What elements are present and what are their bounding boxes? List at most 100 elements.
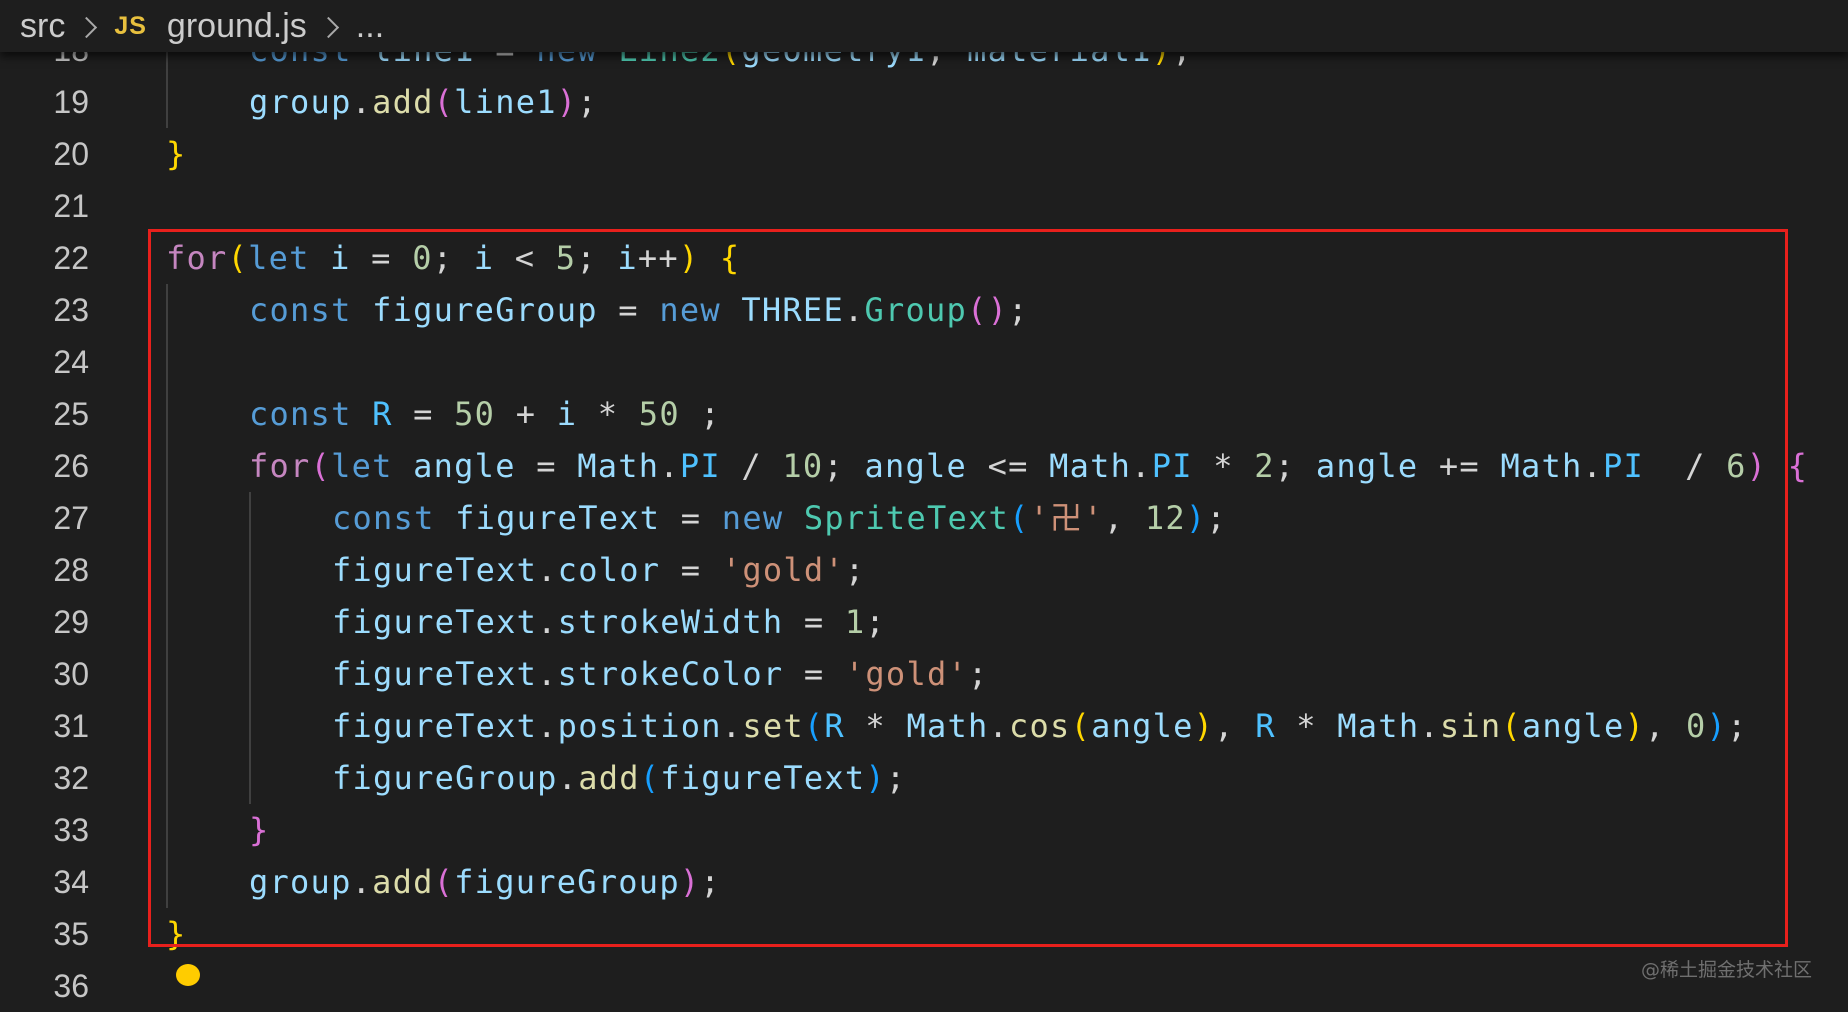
line-number: 36 [53, 968, 89, 1004]
breadcrumb-symbols[interactable]: ... [356, 7, 384, 46]
code-token: ; [700, 863, 721, 901]
line-number: 20 [53, 136, 89, 172]
code-token: THREE [741, 291, 844, 329]
code-token: ) [678, 239, 700, 277]
code-token: * [844, 707, 907, 745]
code-text[interactable]: const figureText = new SpriteText('卍', 1… [332, 492, 1227, 544]
code-token: figureText [332, 551, 538, 589]
code-line: 27 const figureText = new SpriteText('卍',… [0, 492, 1848, 544]
code-text[interactable]: group.add(line1); [249, 76, 598, 128]
code-token: . [351, 863, 373, 901]
code-text[interactable]: for(let i = 0; i < 5; i++) { [166, 232, 740, 284]
code-token: . [843, 291, 865, 329]
code-token: i [473, 239, 495, 277]
code-text[interactable]: group.add(figureGroup); [249, 856, 721, 908]
code-token: R [824, 707, 845, 745]
code-token: ) [1624, 707, 1645, 745]
code-token: . [537, 707, 558, 745]
code-token: 2 [1254, 447, 1275, 485]
code-line: 29 figureText.strokeWidth = 1; [0, 596, 1848, 648]
code-token: let [248, 239, 331, 277]
code-token: figureText [660, 759, 866, 797]
code-token: Math [577, 447, 660, 485]
code-text[interactable]: } [166, 908, 187, 960]
code-token: <= [967, 447, 1050, 485]
code-token: ; [576, 239, 618, 277]
code-token: , [1645, 707, 1687, 745]
code-token: for [249, 447, 311, 485]
code-token: 6 [1726, 447, 1747, 485]
code-token: ++ [637, 239, 679, 277]
code-token: ) [556, 83, 578, 121]
code-line: 26 for(let angle = Math.PI / 10; angle <=… [0, 440, 1848, 492]
code-text[interactable]: const figureGroup = new THREE.Group(); [249, 284, 1029, 336]
line-number: 28 [53, 552, 89, 588]
code-text[interactable]: } [166, 128, 187, 180]
code-token: . [721, 707, 743, 745]
line-number: 26 [53, 448, 89, 484]
code-token: angle [1091, 707, 1194, 745]
code-token: = [597, 291, 660, 329]
code-line: 31 figureText.position.set(R * Math.cos(a… [0, 700, 1848, 752]
lightbulb-icon[interactable] [176, 964, 200, 986]
line-number: 35 [53, 916, 89, 952]
code-token: ( [310, 447, 332, 485]
code-line: 28 figureText.color = 'gold'; [0, 544, 1848, 596]
code-token: Group [864, 291, 968, 329]
code-line: 36 [0, 960, 1848, 1012]
code-token: ) [1185, 499, 1207, 537]
code-token: ( [1009, 499, 1030, 537]
code-token: figureText [332, 707, 538, 745]
code-text[interactable]: for(let angle = Math.PI / 10; angle <= M… [249, 440, 1808, 492]
breadcrumb-folder[interactable]: src [20, 7, 65, 46]
code-editor[interactable]: 18const line1 = new Line2(geometry1, mat… [0, 0, 1848, 1004]
code-token: position [557, 707, 722, 745]
line-number: 31 [53, 708, 89, 744]
code-token: ( [967, 291, 988, 329]
code-token: . [557, 759, 579, 797]
line-number: 30 [53, 656, 89, 692]
code-token: = [350, 239, 413, 277]
code-token: i [617, 239, 638, 277]
code-token: 5 [555, 239, 577, 277]
code-line: 30 figureText.strokeColor = 'gold'; [0, 648, 1848, 700]
code-token: ; [1008, 291, 1029, 329]
code-token: . [537, 551, 558, 589]
line-number: 19 [53, 84, 89, 120]
code-text[interactable]: figureText.position.set(R * Math.cos(ang… [332, 700, 1748, 752]
line-number: 33 [53, 812, 89, 848]
code-token: = [783, 603, 845, 641]
code-line: 24 [0, 336, 1848, 388]
code-text[interactable]: figureText.strokeWidth = 1; [332, 596, 886, 648]
code-line: 25 const R = 50 + i * 50 ; [0, 388, 1848, 440]
code-token: . [1582, 447, 1604, 485]
code-token: } [166, 915, 187, 953]
code-line: 23 const figureGroup = new THREE.Group(); [0, 284, 1848, 336]
code-text[interactable]: } [249, 804, 270, 856]
code-token: cos [1009, 707, 1071, 745]
code-token: ; [865, 603, 886, 641]
code-token: ) [1746, 447, 1768, 485]
code-token: } [166, 135, 187, 173]
code-line: 20} [0, 128, 1848, 180]
code-token: sin [1439, 707, 1502, 745]
code-text[interactable]: const R = 50 + i * 50 ; [249, 388, 721, 440]
code-text[interactable]: figureText.color = 'gold'; [332, 544, 865, 596]
breadcrumb-file[interactable]: ground.js [167, 7, 307, 46]
line-number: 27 [53, 500, 89, 536]
line-number: 21 [53, 188, 89, 224]
code-token: add [578, 759, 640, 797]
watermark: @稀土掘金技术社区 [1640, 959, 1812, 981]
code-token: 'gold' [844, 655, 968, 693]
code-token: . [351, 83, 373, 121]
code-line: 32 figureGroup.add(figureText); [0, 752, 1848, 804]
code-token: const [249, 291, 373, 329]
code-text[interactable]: figureText.strokeColor = 'gold'; [332, 648, 989, 700]
code-text[interactable]: figureGroup.add(figureText); [332, 752, 906, 804]
code-token: figureGroup [372, 291, 598, 329]
code-token: = [783, 655, 845, 693]
code-token: R [372, 395, 393, 433]
code-token: ; [679, 395, 721, 433]
